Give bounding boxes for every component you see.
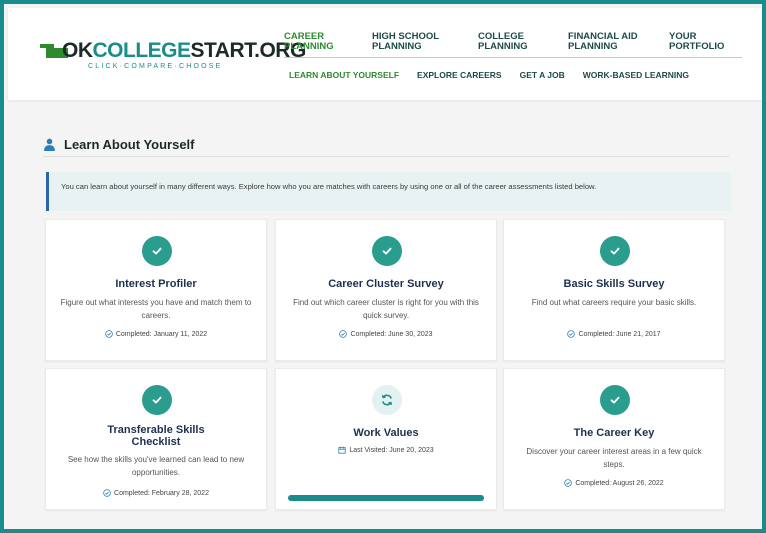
card-title: Basic Skills Survey: [563, 278, 665, 290]
card-status: Completed: August 26, 2022: [504, 479, 724, 487]
check-circle-icon: [339, 330, 348, 338]
card-title: Transferable Skills Checklist: [107, 424, 205, 448]
nav-your-portfolio[interactable]: YOUR PORTFOLIO: [669, 32, 724, 52]
subnav-explore-careers[interactable]: EXPLORE CAREERS: [417, 70, 502, 82]
progress-bar: [288, 495, 484, 501]
nav-college-planning[interactable]: COLLEGE PLANNING: [478, 32, 528, 52]
site-header: OKCOLLEGESTART.ORG CLICK·COMPARE·CHOOSE …: [8, 8, 762, 100]
assessment-card-career-cluster-survey[interactable]: Career Cluster Survey Find out which car…: [275, 219, 497, 361]
card-description: Find out which career cluster is right f…: [293, 298, 479, 320]
title-divider: [43, 156, 729, 157]
app-frame: OKCOLLEGESTART.ORG CLICK·COMPARE·CHOOSE …: [0, 0, 766, 533]
card-title: The Career Key: [573, 427, 655, 439]
site-logo[interactable]: OKCOLLEGESTART.ORG CLICK·COMPARE·CHOOSE: [40, 37, 306, 75]
sub-navigation: LEARN ABOUT YOURSELF EXPLORE CAREERS GET…: [289, 70, 689, 82]
nav-high-school-planning[interactable]: HIGH SCHOOL PLANNING: [372, 32, 439, 52]
page-title-text: Learn About Yourself: [64, 136, 195, 152]
person-icon: [44, 138, 55, 151]
card-description: Discover your career interest areas in a…: [526, 447, 702, 469]
subnav-get-a-job[interactable]: GET A JOB: [520, 70, 565, 82]
check-icon: [600, 236, 630, 266]
page-title: Learn About Yourself: [43, 136, 195, 152]
assessment-card-the-career-key[interactable]: The Career Key Discover your career inte…: [503, 368, 725, 510]
card-status: Completed: June 30, 2023: [276, 330, 496, 338]
subnav-work-based-learning[interactable]: WORK-BASED LEARNING: [583, 70, 689, 82]
refresh-icon: [372, 385, 402, 415]
check-icon: [600, 385, 630, 415]
check-icon: [142, 236, 172, 266]
card-status: Completed: June 21, 2017: [504, 330, 724, 338]
assessment-card-basic-skills-survey[interactable]: Basic Skills Survey Find out what career…: [503, 219, 725, 361]
assessment-card-work-values[interactable]: Work Values Last Visited: June 20, 2023: [275, 368, 497, 510]
check-circle-icon: [564, 479, 573, 487]
check-circle-icon: [105, 330, 113, 338]
card-title: Interest Profiler: [115, 278, 197, 290]
card-status: Completed: February 28, 2022: [46, 489, 266, 497]
card-description: Find out what careers require your basic…: [531, 298, 697, 307]
assessment-card-interest-profiler[interactable]: Interest Profiler Figure out what intere…: [45, 219, 267, 361]
logo-tagline: CLICK·COMPARE·CHOOSE: [88, 63, 223, 70]
logo-wordmark: OKCOLLEGESTART.ORG: [62, 39, 306, 62]
card-status: Completed: January 11, 2022: [46, 330, 266, 338]
assessment-card-transferable-skills-checklist[interactable]: Transferable Skills Checklist See how th…: [45, 368, 267, 510]
check-circle-icon: [567, 330, 576, 338]
nav-financial-aid-planning[interactable]: FINANCIAL AID PLANNING: [568, 32, 638, 52]
main-navigation: CAREER PLANNING HIGH SCHOOL PLANNING COLLE…: [284, 32, 742, 58]
card-title: Career Cluster Survey: [328, 278, 444, 290]
card-status: Last Visited: June 20, 2023: [276, 446, 496, 454]
check-icon: [142, 385, 172, 415]
calendar-icon: [338, 446, 346, 454]
card-description: See how the skills you've learned can le…: [67, 455, 245, 477]
card-description: Figure out what interests you have and m…: [60, 298, 252, 320]
progress-fill: [288, 495, 484, 501]
nav-career-planning[interactable]: CAREER PLANNING: [284, 32, 334, 52]
subnav-learn-about-yourself[interactable]: LEARN ABOUT YOURSELF: [289, 70, 399, 82]
intro-callout: You can learn about yourself in many dif…: [46, 172, 731, 211]
check-circle-icon: [103, 489, 111, 497]
card-title: Work Values: [353, 427, 419, 439]
check-icon: [372, 236, 402, 266]
